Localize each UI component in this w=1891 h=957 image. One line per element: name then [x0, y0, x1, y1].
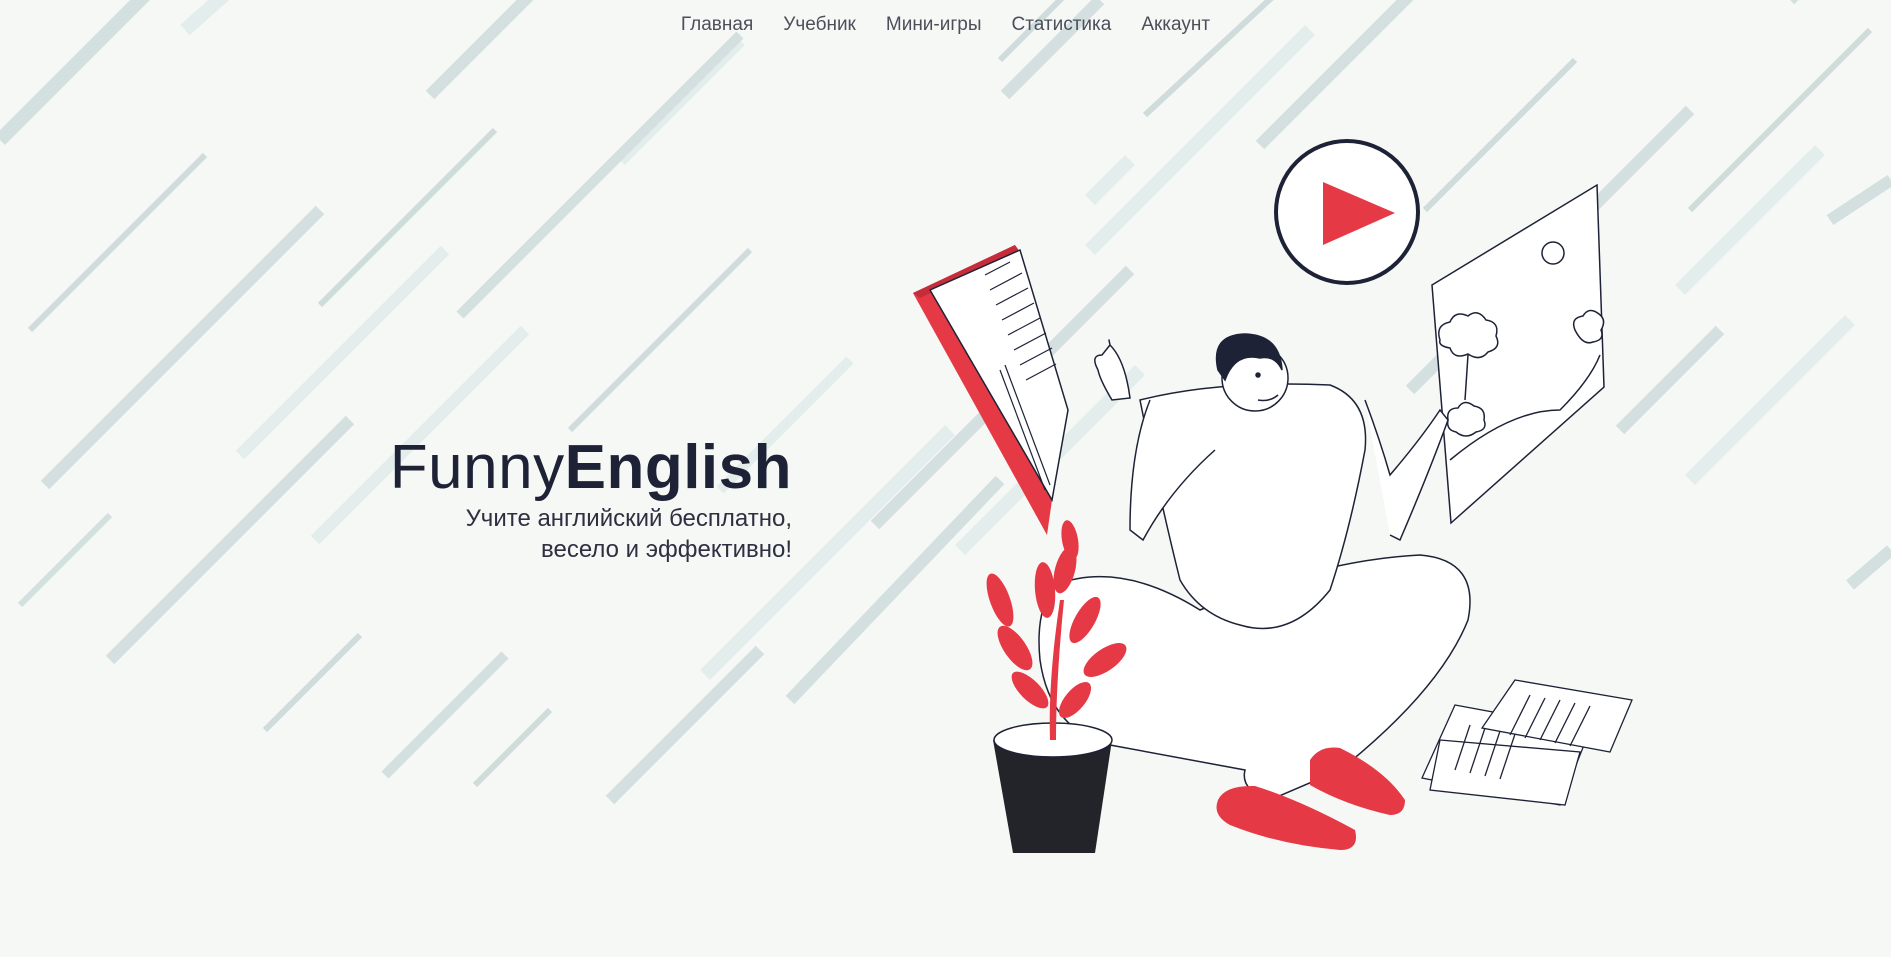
person-figure	[1038, 333, 1471, 801]
play-icon[interactable]	[1274, 139, 1420, 285]
hero-illustration	[913, 139, 1633, 853]
book-icon	[913, 245, 1069, 535]
landing-page: Главная Учебник Мини-игры Статистика Акк…	[0, 0, 1891, 957]
picture-frame-icon	[1431, 183, 1605, 525]
papers-icon	[1421, 679, 1633, 806]
